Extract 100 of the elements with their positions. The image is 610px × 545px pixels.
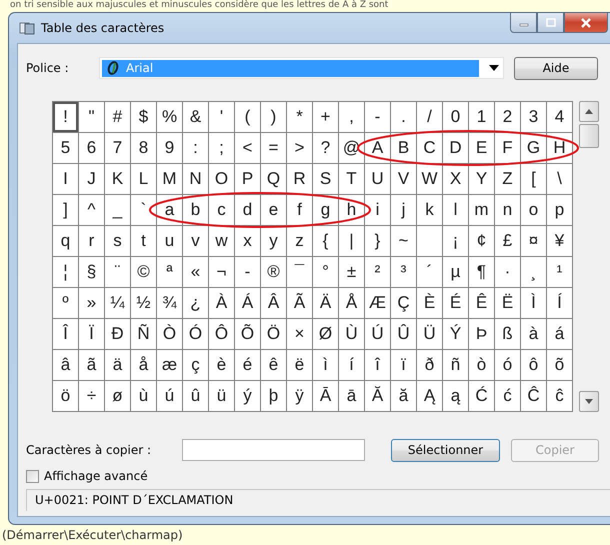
character-cell[interactable]: Á (235, 288, 261, 319)
character-cell[interactable]: ( (235, 102, 261, 133)
character-cell[interactable]: ą (443, 381, 469, 412)
character-cell[interactable]: ` (131, 195, 157, 226)
character-cell[interactable]: Ú (365, 319, 391, 350)
character-cell[interactable]: q (53, 226, 79, 257)
character-cell[interactable]: Ĉ (521, 381, 547, 412)
character-cell[interactable]: ¥ (547, 226, 573, 257)
character-cell[interactable]: H (547, 133, 573, 164)
character-cell[interactable]: × (287, 319, 313, 350)
character-cell[interactable]: 0 (443, 102, 469, 133)
character-cell[interactable]: Ć (469, 381, 495, 412)
character-cell[interactable]: i (365, 195, 391, 226)
character-cell[interactable]: ù (131, 381, 157, 412)
character-cell[interactable]: " (79, 102, 105, 133)
character-cell[interactable]: ý (235, 381, 261, 412)
character-cell[interactable]: Ā (313, 381, 339, 412)
character-cell[interactable]: á (547, 319, 573, 350)
character-cell[interactable]: n (495, 195, 521, 226)
character-cell[interactable]: à (521, 319, 547, 350)
character-cell[interactable]: ' (209, 102, 235, 133)
character-cell[interactable]: w (209, 226, 235, 257)
character-cell[interactable]: ú (157, 381, 183, 412)
character-cell[interactable]: 3 (521, 102, 547, 133)
character-cell[interactable]: J (79, 164, 105, 195)
character-cell[interactable]: Y (469, 164, 495, 195)
character-cell[interactable]: ć (495, 381, 521, 412)
character-cell[interactable]: Î (53, 319, 79, 350)
character-cell[interactable]: _ (105, 195, 131, 226)
character-cell[interactable]: ~ (391, 226, 417, 257)
character-cell[interactable]: í (339, 350, 365, 381)
character-cell[interactable]: / (417, 102, 443, 133)
character-cell[interactable]: y (261, 226, 287, 257)
minimize-button[interactable] (510, 13, 537, 33)
character-cell[interactable]: ! (53, 102, 79, 133)
character-cell[interactable]: g (313, 195, 339, 226)
character-cell[interactable]: ª (157, 257, 183, 288)
character-cell[interactable]: è (209, 350, 235, 381)
character-cell[interactable]: Û (391, 319, 417, 350)
character-cell[interactable]: Ç (391, 288, 417, 319)
character-cell[interactable]: º (53, 288, 79, 319)
character-cell[interactable]: Q (261, 164, 287, 195)
character-cell[interactable]: ì (313, 350, 339, 381)
character-cell[interactable]: Æ (365, 288, 391, 319)
character-cell[interactable]: ¦ (53, 257, 79, 288)
character-cell[interactable]: j (391, 195, 417, 226)
character-cell[interactable]: k (417, 195, 443, 226)
character-cell[interactable]: ) (261, 102, 287, 133)
character-cell[interactable]: Ñ (131, 319, 157, 350)
character-cell[interactable]: O (209, 164, 235, 195)
character-cell[interactable]: G (521, 133, 547, 164)
character-cell[interactable]: Ò (157, 319, 183, 350)
character-cell[interactable]: ^ (79, 195, 105, 226)
character-cell[interactable]: - (235, 257, 261, 288)
character-cell[interactable]: C (417, 133, 443, 164)
character-cell[interactable]: ó (495, 350, 521, 381)
character-cell[interactable]: 5 (53, 133, 79, 164)
character-cell[interactable]: £ (495, 226, 521, 257)
character-cell[interactable]: ā (339, 381, 365, 412)
character-cell[interactable]: ò (469, 350, 495, 381)
character-cell[interactable]: e (261, 195, 287, 226)
character-cell[interactable]: ; (209, 133, 235, 164)
character-cell[interactable]: Ü (417, 319, 443, 350)
character-cell[interactable]: î (365, 350, 391, 381)
character-cell[interactable]: æ (157, 350, 183, 381)
character-cell[interactable]: x (235, 226, 261, 257)
character-cell[interactable]: p (547, 195, 573, 226)
character-cell[interactable]: ¡ (443, 226, 469, 257)
character-cell[interactable]: B (391, 133, 417, 164)
character-cell[interactable]: Ù (339, 319, 365, 350)
character-cell[interactable]: t (131, 226, 157, 257)
character-cell[interactable]: 2 (495, 102, 521, 133)
character-cell[interactable]: ă (391, 381, 417, 412)
character-cell[interactable]: ç (183, 350, 209, 381)
character-cell[interactable]: ± (339, 257, 365, 288)
character-cell[interactable]: # (105, 102, 131, 133)
character-cell[interactable]: Ă (365, 381, 391, 412)
character-cell[interactable]: ñ (443, 350, 469, 381)
character-cell[interactable]: Ö (261, 319, 287, 350)
character-cell[interactable]: ¤ (521, 226, 547, 257)
character-cell[interactable]: Ý (443, 319, 469, 350)
character-cell[interactable]: ® (261, 257, 287, 288)
character-cell[interactable]: Ê (469, 288, 495, 319)
character-cell[interactable]: ¾ (157, 288, 183, 319)
character-cell[interactable]: 8 (131, 133, 157, 164)
close-button[interactable] (564, 13, 608, 33)
character-cell[interactable]: $ (131, 102, 157, 133)
character-cell[interactable]: > (287, 133, 313, 164)
character-cell[interactable]: * (287, 102, 313, 133)
character-cell[interactable]: a (157, 195, 183, 226)
character-cell[interactable]: W (417, 164, 443, 195)
character-cell[interactable]: T (339, 164, 365, 195)
character-cell[interactable]: À (209, 288, 235, 319)
character-cell[interactable]: â (53, 350, 79, 381)
character-cell[interactable]: s (105, 226, 131, 257)
character-cell[interactable]: Ó (183, 319, 209, 350)
character-cell[interactable]: ° (313, 257, 339, 288)
character-cell[interactable]: § (79, 257, 105, 288)
character-cell[interactable]: Í (547, 288, 573, 319)
character-cell[interactable]: } (365, 226, 391, 257)
